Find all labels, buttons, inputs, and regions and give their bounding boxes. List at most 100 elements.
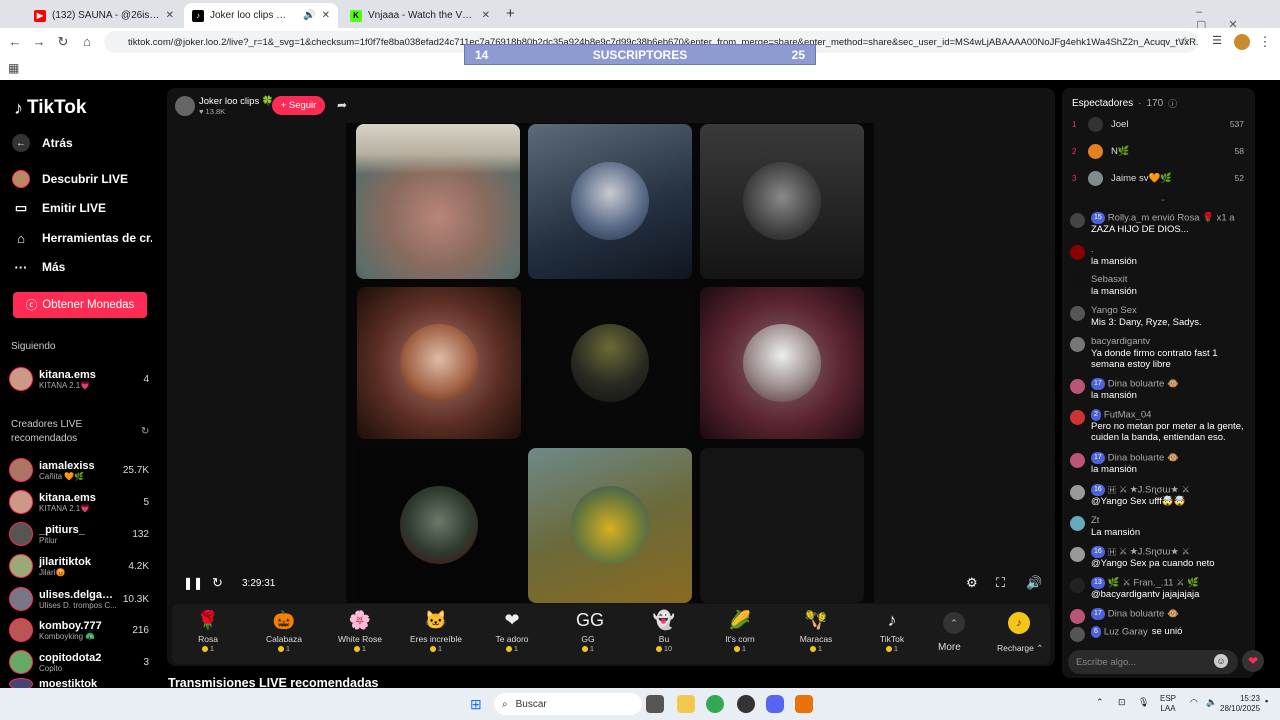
chat-message[interactable]: 16 🇭 ⚔ ★J.Sɳσɯ★ ⚔ @Yango Sex ufff🤯🤯 xyxy=(1070,484,1252,507)
back-icon[interactable]: ← xyxy=(6,34,24,49)
guest-video-2[interactable] xyxy=(528,124,692,279)
discord-icon[interactable] xyxy=(766,695,784,713)
recommended-account[interactable]: jilaritiktok Jilari😡 4.2K xyxy=(9,552,149,580)
recommended-account[interactable]: iamalexiss Cañita 🧡🌿 25.7K xyxy=(9,456,149,484)
chat-message[interactable]: 2 FutMax_04 Pero no metan por meter a la g… xyxy=(1070,409,1252,444)
close-icon[interactable]: ✕ xyxy=(166,10,174,21)
reload-icon[interactable]: ↻ xyxy=(54,34,72,50)
more-gifts-label[interactable]: More xyxy=(938,642,961,653)
pause-icon[interactable]: ❚❚ xyxy=(183,576,203,590)
chat-message[interactable]: 15 Rolly.a_m envió Rosa 🌹 x1 a ZAZA HIJO D… xyxy=(1070,212,1252,235)
chat-message[interactable]: bacyardigantv Ya donde firmo contrato fas… xyxy=(1070,336,1252,371)
apps-grid-icon[interactable]: ▦ xyxy=(8,61,19,75)
emoji-icon[interactable]: ☺ xyxy=(1214,654,1228,668)
guest-video-7[interactable] xyxy=(357,448,521,603)
gift-item[interactable]: 🪇 Maracas 1 xyxy=(786,608,846,653)
nav-back[interactable]: ← Atrás xyxy=(12,132,152,154)
guest-video-3[interactable] xyxy=(700,124,864,279)
tiktok-logo[interactable]: ♪ TikTok xyxy=(14,97,86,119)
heart-icon[interactable]: ❤ xyxy=(1242,650,1264,672)
nav-more[interactable]: ··· Más xyxy=(12,256,152,278)
recommended-account[interactable]: kitana.ems KITANA 2.1💗 5 xyxy=(9,488,149,516)
menu-icon[interactable]: ⋮ xyxy=(1256,34,1274,50)
top-viewer-row[interactable]: 1 Joel 537 xyxy=(1072,115,1244,133)
chat-message[interactable]: 17 Dina boluarte 🐵 la mansión xyxy=(1070,378,1252,401)
recommended-account[interactable]: komboy.777 Komboyking 🦚 216 xyxy=(9,616,149,644)
chevron-down-icon[interactable]: ⌄ xyxy=(1160,195,1166,203)
chat-input[interactable]: Escribe algo... xyxy=(1068,650,1238,674)
guest-video-9-empty[interactable] xyxy=(700,448,864,603)
get-coins-button[interactable]: ⓒ Obtener Monedas xyxy=(13,292,147,318)
video-grid[interactable] xyxy=(346,123,874,603)
gift-item[interactable]: 🐱 Eres increíble 1 xyxy=(406,608,466,653)
close-icon[interactable]: ✕ xyxy=(322,10,330,21)
follow-button[interactable]: + Seguir xyxy=(272,96,325,115)
recommended-account[interactable]: _pitiurs_ Pitiur 132 xyxy=(9,520,149,548)
tab-kick[interactable]: K Vnjaaa - Watch the VOD on Kick ✕ xyxy=(342,3,498,28)
gift-item[interactable]: ♪ TikTok 1 xyxy=(862,608,922,653)
share-icon[interactable]: ➦ xyxy=(337,98,347,112)
close-icon[interactable]: ✕ xyxy=(482,10,490,21)
volume-icon[interactable]: 🔊 xyxy=(1026,575,1042,591)
gift-item[interactable]: 🌹 Rosa 1 xyxy=(178,608,238,653)
recommended-account[interactable]: ulises.delgad... Ulises D. trompos C... 1… xyxy=(9,585,149,613)
host-avatar[interactable] xyxy=(175,96,195,116)
app-icon[interactable] xyxy=(737,695,755,713)
tab-youtube[interactable]: ▶ (132) SAUNA - @26is - YouTube ✕ xyxy=(26,3,182,28)
settings-icon[interactable]: ⚙ xyxy=(966,575,978,591)
speaker-icon[interactable]: 🔊 xyxy=(303,10,315,21)
tab-tiktok[interactable]: ♪ Joker loo clips 🍀 (@joker.l 🔊 ✕ xyxy=(184,3,338,28)
guest-video-8[interactable] xyxy=(528,448,692,603)
speaker-icon[interactable]: 🔈 xyxy=(1206,697,1217,708)
chat-message[interactable]: Sebasxit la mansión xyxy=(1070,274,1252,297)
chat-message[interactable]: 16 🇭 ⚔ ★J.Sɳσɯ★ ⚔ @Yango Sex pa cuando net… xyxy=(1070,546,1252,569)
gift-item[interactable]: 👻 Bu 10 xyxy=(634,608,694,653)
chat-message[interactable]: 13 🌿 ⚔ Fran._.11 ⚔ 🌿 @bacyardigantv jajaja… xyxy=(1070,577,1252,600)
chevron-up-icon[interactable]: ⌃ xyxy=(943,612,965,634)
reading-list-icon[interactable]: ☰ xyxy=(1208,34,1226,47)
chat-message[interactable]: 6 Luz Garay se unió xyxy=(1070,626,1252,642)
chat-message[interactable]: Yango Sex Mis 3: Dany, Ryze, Sadys. xyxy=(1070,305,1252,328)
forward-icon[interactable]: → xyxy=(30,34,48,49)
file-explorer-icon[interactable] xyxy=(677,695,695,713)
chevron-up-icon[interactable]: ⌃ xyxy=(1096,697,1104,708)
fullscreen-icon[interactable]: ⛶ xyxy=(996,575,1005,591)
recommended-account[interactable]: copitodota2 Copito 3 xyxy=(9,648,149,676)
info-icon[interactable]: ⓘ xyxy=(1168,97,1177,110)
clock[interactable]: 15:23 28/10/2025 xyxy=(1220,694,1260,714)
profile-avatar[interactable] xyxy=(1234,34,1250,50)
guest-video-5[interactable] xyxy=(528,287,692,439)
gift-item[interactable]: ❤ Te adoro 1 xyxy=(482,608,542,653)
chat-message[interactable]: . la mansión xyxy=(1070,244,1252,267)
host-name[interactable]: Joker loo clips 🍀 xyxy=(199,96,274,107)
notification-icon[interactable]: ▪ xyxy=(1265,696,1268,706)
language-indicator[interactable]: ESP LAA xyxy=(1160,694,1176,714)
new-tab-button[interactable]: + xyxy=(506,5,515,22)
gift-item[interactable]: 🎃 Calabaza 1 xyxy=(254,608,314,653)
refresh-icon[interactable]: ↻ xyxy=(141,426,149,437)
top-viewer-row[interactable]: 2 N🌿 58 xyxy=(1072,142,1244,160)
coin-icon[interactable]: ♪ xyxy=(1008,612,1030,634)
home-icon[interactable]: ⌂ xyxy=(78,34,96,49)
app-icon[interactable] xyxy=(795,695,813,713)
nav-creator-tools[interactable]: ⌂ Herramientas de cr... xyxy=(12,227,152,249)
guest-video-6[interactable] xyxy=(700,287,864,439)
mic-icon[interactable]: 🎙 xyxy=(1138,697,1149,708)
network-icon[interactable]: ⊡ xyxy=(1118,697,1126,708)
taskbar-search[interactable]: ⌕ Buscar xyxy=(494,693,642,715)
recharge-button[interactable]: Recharge ⌃ xyxy=(997,643,1043,654)
gift-item[interactable]: 🌸 White Rose 1 xyxy=(330,608,390,653)
gift-item[interactable]: 🌽 It's corn 1 xyxy=(710,608,770,653)
chat-message[interactable]: Zt La mansión xyxy=(1070,515,1252,538)
top-viewer-row[interactable]: 3 Jaime sv🧡🌿 52 xyxy=(1072,169,1244,187)
gift-item[interactable]: GG GG 1 xyxy=(558,608,618,653)
guest-video-4[interactable] xyxy=(357,287,521,439)
refresh-icon[interactable]: ↻ xyxy=(212,575,223,591)
wifi-icon[interactable]: ◠ xyxy=(1190,697,1198,708)
chat-message[interactable]: 17 Dina boluarte 🐵 la mansión xyxy=(1070,452,1252,475)
following-account[interactable]: kitana.ems KITANA 2.1💗 4 xyxy=(9,365,149,393)
task-view-icon[interactable] xyxy=(646,695,664,713)
nav-discover-live[interactable]: Descubrir LIVE xyxy=(12,168,152,190)
guest-video-1[interactable] xyxy=(356,124,520,279)
bookmark-star-icon[interactable]: ☆ xyxy=(1176,34,1194,48)
